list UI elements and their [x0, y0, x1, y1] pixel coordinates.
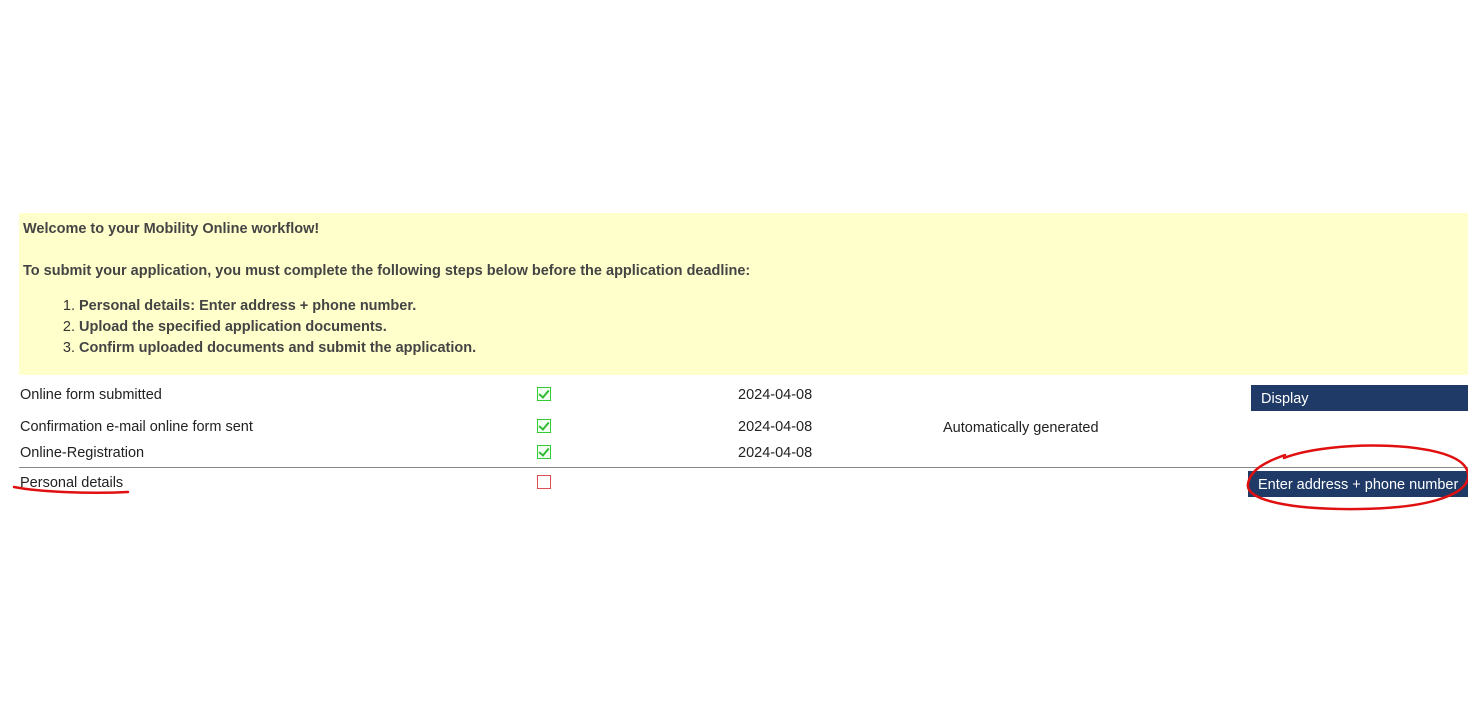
checkbox-checked-icon	[537, 387, 551, 401]
instructions-steps-list: Personal details: Enter address + phone …	[23, 296, 1464, 359]
welcome-info-box: Welcome to your Mobility Online workflow…	[19, 213, 1468, 375]
step-date: 2024-04-08	[738, 419, 813, 435]
step-label: Online form submitted	[20, 387, 162, 403]
instruction-step: Upload the specified application documen…	[79, 317, 1464, 338]
checkbox-empty-icon	[537, 475, 551, 489]
welcome-heading: Welcome to your Mobility Online workflow…	[23, 221, 320, 237]
checkbox-checked-icon	[537, 419, 551, 433]
display-button[interactable]: Display	[1251, 385, 1468, 411]
checkbox-checked-icon	[537, 445, 551, 459]
workflow-row-online-registration: Online-Registration 2024-04-08	[19, 441, 1468, 468]
instruction-step: Confirm uploaded documents and submit th…	[79, 338, 1464, 359]
step-label: Personal details	[20, 475, 124, 491]
step-note: Automatically generated	[943, 420, 1099, 436]
step-label: Confirmation e-mail online form sent	[20, 419, 253, 435]
workflow-steps-table: Online form submitted 2024-04-08 Display…	[19, 383, 1468, 504]
workflow-row-online-form-submitted: Online form submitted 2024-04-08 Display	[19, 383, 1468, 415]
step-label: Online-Registration	[20, 445, 145, 461]
instruction-step: Personal details: Enter address + phone …	[79, 296, 1464, 317]
instructions-intro: To submit your application, you must com…	[23, 263, 751, 279]
workflow-page: Welcome to your Mobility Online workflow…	[0, 0, 1468, 710]
step-date: 2024-04-08	[738, 387, 813, 403]
workflow-row-confirmation-email: Confirmation e-mail online form sent 202…	[19, 415, 1468, 441]
enter-address-phone-button[interactable]: Enter address + phone number	[1248, 471, 1468, 497]
step-date: 2024-04-08	[738, 445, 813, 461]
workflow-row-personal-details: Personal details Enter address + phone n…	[19, 468, 1468, 504]
